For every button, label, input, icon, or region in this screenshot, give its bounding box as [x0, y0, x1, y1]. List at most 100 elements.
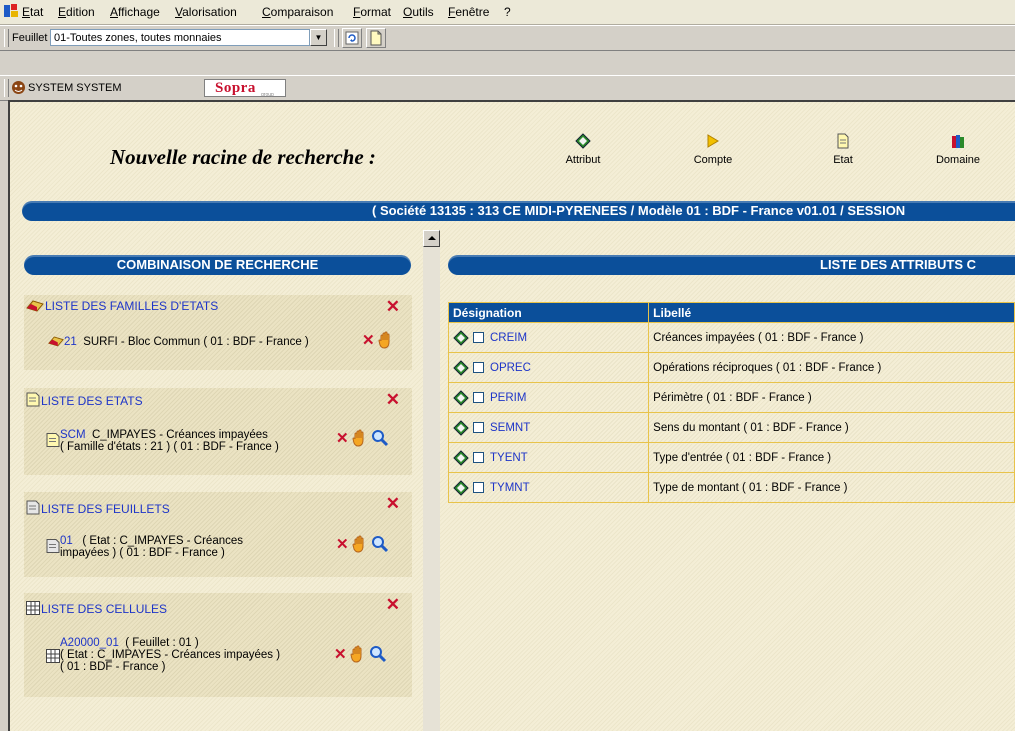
chevron-down-icon[interactable]: ▼ — [310, 29, 327, 46]
row-checkbox[interactable] — [473, 392, 484, 403]
search-icon[interactable] — [371, 429, 389, 447]
refresh-button[interactable] — [342, 28, 362, 48]
diamond-icon — [453, 449, 469, 466]
feuillets-title: LISTE DES FEUILLETS — [26, 500, 170, 516]
attributs-header: LISTE DES ATTRIBUTS C — [448, 255, 1015, 275]
attribute-code-link[interactable]: TYENT — [490, 452, 528, 464]
search-icon[interactable] — [371, 535, 389, 553]
attributes-table: Désignation Libellé CREIM Créances impay… — [447, 302, 1015, 503]
document-icon — [46, 433, 60, 447]
menu-etat[interactable]: Etat — [22, 5, 43, 19]
attribute-code-link[interactable]: OPREC — [490, 362, 531, 374]
table-row: TYMNT Type de montant ( 01 : BDF - Franc… — [447, 472, 1015, 503]
delete-icon[interactable]: ✕ — [362, 331, 375, 349]
etats-panel: LISTE DES ETATS ✕ SCM C_IMPAYES - Créanc… — [24, 388, 412, 475]
menu-help[interactable]: ? — [504, 5, 511, 19]
hand-icon[interactable] — [352, 535, 368, 553]
menu-format[interactable]: Format — [353, 5, 391, 19]
attribute-code-link[interactable]: CREIM — [490, 332, 527, 344]
search-icon[interactable] — [369, 645, 387, 663]
scroll-up-button[interactable] — [423, 230, 440, 247]
feuillet-select[interactable]: 01-Toutes zones, toutes monnaies — [50, 29, 310, 46]
menu-bar: Etat Edition Affichage Valorisation Comp… — [0, 0, 1015, 25]
cellules-title: LISTE DES CELLULES — [26, 601, 167, 616]
row-checkbox[interactable] — [473, 362, 484, 373]
table-header-row: Désignation Libellé — [447, 302, 1015, 323]
feuillet-label: Feuillet : — [12, 32, 54, 44]
delete-icon[interactable]: ✕ — [334, 645, 347, 663]
menu-valorisation[interactable]: Valorisation — [175, 5, 237, 19]
vertical-scrollbar[interactable] — [423, 230, 440, 731]
toolbar-grip[interactable] — [4, 79, 9, 97]
menu-outils[interactable]: Outils — [403, 5, 434, 19]
etat-actions: ✕ — [336, 429, 389, 447]
table-row: OPREC Opérations réciproques ( 01 : BDF … — [447, 352, 1015, 383]
domaine-button[interactable]: Domaine — [928, 133, 988, 166]
toolbar-grip[interactable] — [4, 29, 9, 47]
menu-fenetre[interactable]: Fenêtre — [448, 5, 489, 19]
hand-icon[interactable] — [350, 645, 366, 663]
delete-icon[interactable]: ✕ — [336, 535, 349, 553]
column-header-designation[interactable]: Désignation — [447, 302, 650, 323]
diamond-icon — [453, 359, 469, 376]
attribute-code-link[interactable]: TYMNT — [490, 482, 530, 494]
diamond-icon — [453, 479, 469, 496]
famille-entry[interactable]: 21 SURFI - Bloc Commun ( 01 : BDF - Fran… — [48, 335, 309, 348]
feuillet-entry[interactable]: 01 ( Etat : C_IMPAYES - Créances impayée… — [60, 535, 243, 559]
feuillet-actions: ✕ — [336, 535, 389, 553]
column-header-libelle[interactable]: Libellé — [648, 302, 1015, 323]
diamond-icon — [453, 419, 469, 436]
menu-edition[interactable]: Edition — [58, 5, 95, 19]
table-row: TYENT Type d'entrée ( 01 : BDF - France … — [447, 442, 1015, 473]
menu-affichage[interactable]: Affichage — [110, 5, 160, 19]
user-avatar-icon — [12, 81, 25, 94]
close-icon[interactable]: ✕ — [386, 595, 400, 615]
table-row: CREIM Créances impayées ( 01 : BDF - Fra… — [447, 322, 1015, 353]
attribute-label: Créances impayées ( 01 : BDF - France ) — [648, 322, 1015, 353]
attribute-label: Sens du montant ( 01 : BDF - France ) — [648, 412, 1015, 443]
attribute-code-link[interactable]: SEMNT — [490, 422, 530, 434]
grid-icon — [46, 649, 60, 663]
familles-panel: LISTE DES FAMILLES D'ETATS ✕ 21 SURFI - … — [24, 295, 412, 370]
close-icon[interactable]: ✕ — [386, 297, 400, 317]
close-icon[interactable]: ✕ — [386, 494, 400, 514]
document-icon — [837, 133, 849, 149]
delete-icon[interactable]: ✕ — [336, 429, 349, 447]
diamond-icon — [453, 389, 469, 406]
cellule-entry[interactable]: A20000_01 ( Feuillet : 01 ) ( Etat : C_I… — [60, 637, 280, 673]
attribute-code-link[interactable]: PERIM — [490, 392, 526, 404]
etat-button[interactable]: Etat — [818, 133, 868, 166]
row-checkbox[interactable] — [473, 332, 484, 343]
familles-title: LISTE DES FAMILLES D'ETATS — [26, 299, 218, 313]
menu-comparaison[interactable]: Comparaison — [262, 5, 333, 19]
close-icon[interactable]: ✕ — [386, 390, 400, 410]
attribute-label: Type de montant ( 01 : BDF - France ) — [648, 472, 1015, 503]
etat-entry[interactable]: SCM C_IMPAYES - Créances impayées ( Fami… — [60, 429, 279, 453]
hand-icon[interactable] — [378, 331, 394, 349]
famille-actions: ✕ — [362, 331, 394, 349]
attribute-label: Type d'entrée ( 01 : BDF - France ) — [648, 442, 1015, 473]
cellules-panel: LISTE DES CELLULES ✕ A20000_01 ( Feuille… — [24, 593, 412, 697]
sheet-icon — [26, 500, 40, 515]
sopra-logo: Sopra group — [204, 79, 286, 98]
app-icon — [4, 4, 18, 17]
diamond-icon — [575, 133, 591, 149]
page-title: Nouvelle racine de recherche : — [110, 145, 376, 169]
sheet-icon — [46, 539, 60, 553]
new-document-button[interactable] — [366, 28, 386, 48]
row-checkbox[interactable] — [473, 482, 484, 493]
row-checkbox[interactable] — [473, 422, 484, 433]
compte-button[interactable]: Compte — [688, 133, 738, 166]
books-icon — [952, 135, 964, 148]
row-checkbox[interactable] — [473, 452, 484, 463]
refresh-icon — [345, 31, 359, 45]
diamond-icon — [453, 329, 469, 346]
hand-icon[interactable] — [352, 429, 368, 447]
cellule-actions: ✕ — [334, 645, 387, 663]
attribute-label: Périmètre ( 01 : BDF - France ) — [648, 382, 1015, 413]
attribut-button[interactable]: Attribut — [558, 133, 608, 166]
grid-icon — [26, 601, 40, 615]
combinaison-header: COMBINAISON DE RECHERCHE — [24, 255, 411, 275]
etats-title: LISTE DES ETATS — [26, 392, 143, 408]
eraser-icon — [26, 300, 44, 312]
